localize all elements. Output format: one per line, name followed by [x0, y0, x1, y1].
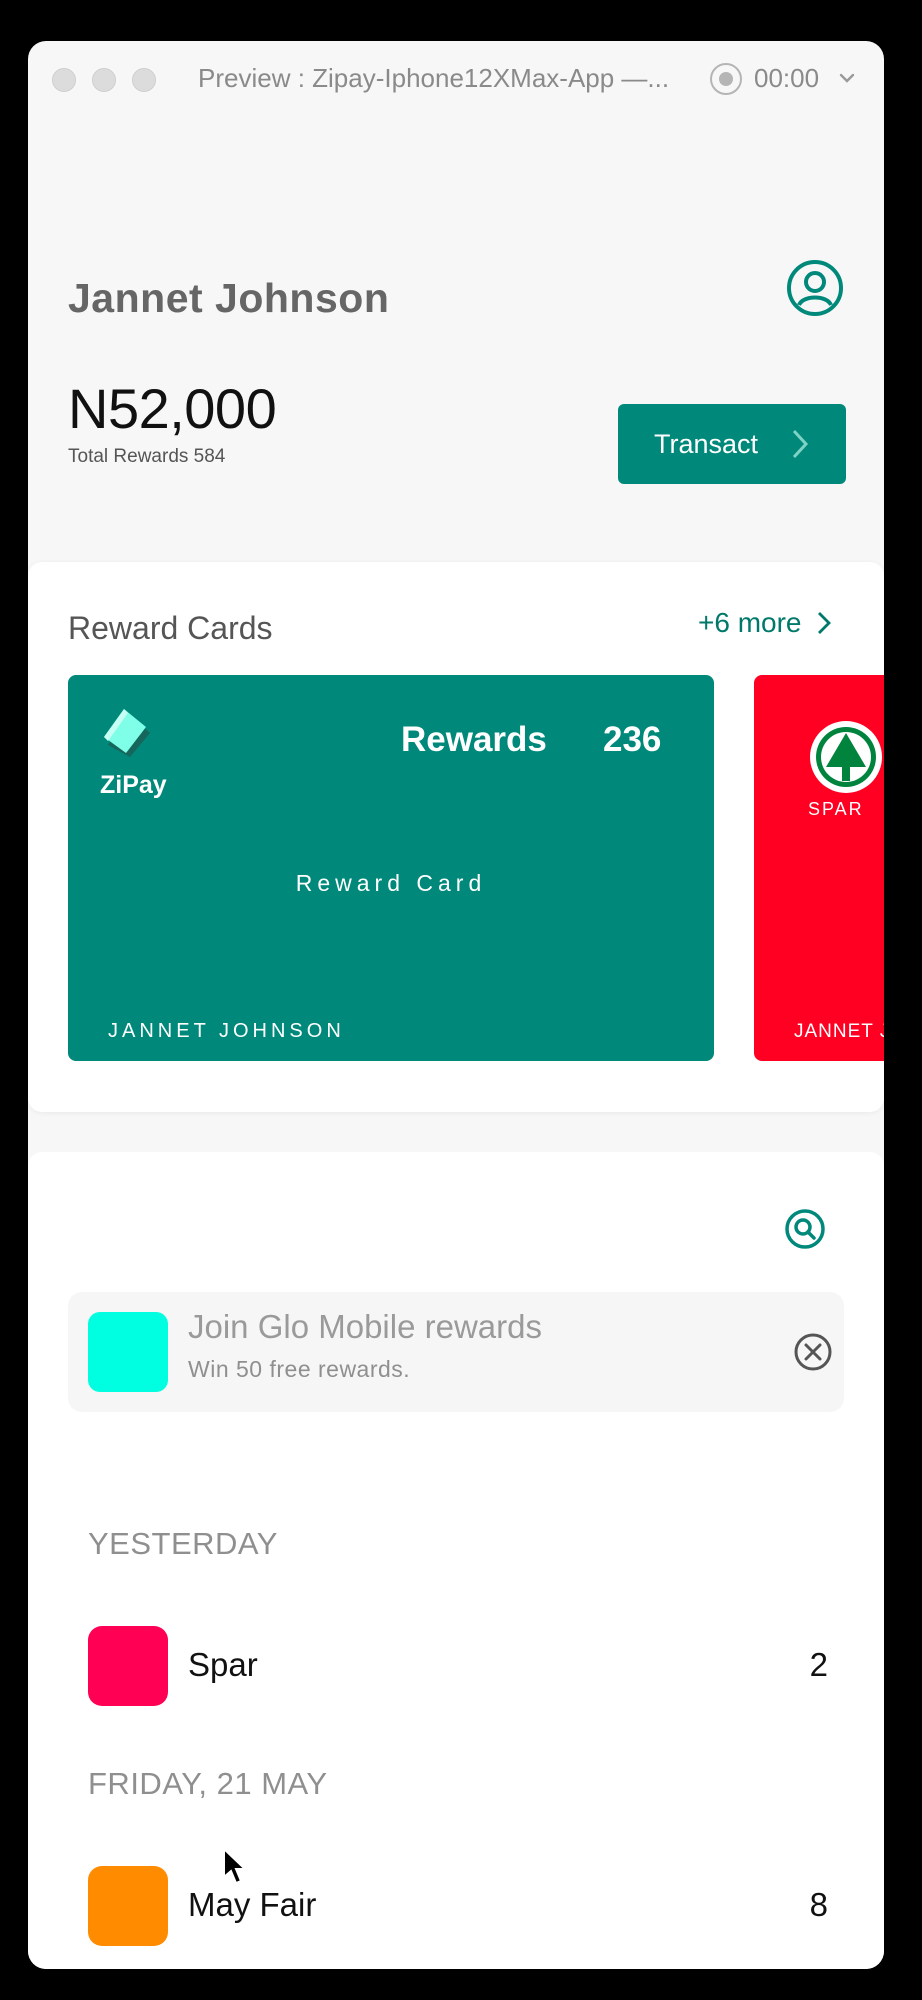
transact-button[interactable]: Transact: [618, 404, 846, 484]
chevron-right-icon: [817, 612, 831, 634]
merchant-thumbnail: [88, 1866, 168, 1946]
spar-reward-card[interactable]: SPAR JANNET J: [754, 675, 884, 1061]
total-rewards: Total Rewards 584: [68, 446, 226, 467]
card-brand: ZiPay: [100, 771, 167, 799]
balance-amount: N52,000: [68, 377, 277, 440]
close-circle-icon[interactable]: [792, 1331, 834, 1373]
record-icon[interactable]: [710, 63, 742, 95]
promo-banner[interactable]: Join Glo Mobile rewards Win 50 free rewa…: [68, 1292, 844, 1412]
profile-icon[interactable]: [786, 259, 844, 317]
promo-subtitle: Win 50 free rewards.: [188, 1356, 411, 1382]
search-icon[interactable]: [784, 1208, 826, 1250]
spar-brand: SPAR: [808, 799, 864, 819]
spar-logo-icon: [810, 721, 882, 793]
minimize-window-button[interactable]: [92, 68, 116, 92]
chevron-right-icon: [792, 429, 809, 459]
chevron-down-icon[interactable]: [836, 67, 858, 89]
window-title: Preview : Zipay-Iphone12XMax-App —...: [198, 63, 670, 93]
user-name: Jannet Johnson: [68, 275, 390, 321]
window-controls: [52, 68, 156, 92]
transactions-panel: Join Glo Mobile rewards Win 50 free rewa…: [28, 1152, 884, 1969]
transaction-row[interactable]: Spar 2: [88, 1626, 828, 1706]
card-rewards-value: 236: [603, 720, 662, 759]
transaction-row[interactable]: May Fair 8: [88, 1866, 828, 1946]
reward-points: 8: [809, 1886, 828, 1923]
more-cards-label: +6 more: [698, 607, 802, 638]
reward-cards-title: Reward Cards: [68, 610, 273, 646]
merchant-name: Spar: [188, 1646, 258, 1683]
transact-label: Transact: [654, 428, 759, 459]
card-holder-name: JANNET JOHNSON: [108, 1020, 345, 1042]
zipay-reward-card[interactable]: ZiPay Rewards 236 Reward Card JANNET JOH…: [68, 675, 714, 1061]
card-rewards-label: Rewards: [401, 720, 547, 759]
reward-cards-panel: Reward Cards +6 more ZiPay Rewards 236 R…: [28, 562, 884, 1112]
promo-thumbnail: [88, 1312, 168, 1392]
promo-title: Join Glo Mobile rewards: [188, 1308, 542, 1345]
recording-timer: 00:00: [754, 63, 820, 93]
section-header: YESTERDAY: [88, 1526, 278, 1561]
reward-points: 2: [809, 1646, 828, 1683]
card-type: Reward Card: [295, 870, 487, 896]
merchant-name: May Fair: [188, 1886, 317, 1923]
zipay-logo-icon: [104, 709, 150, 757]
maximize-window-button[interactable]: [132, 68, 156, 92]
close-window-button[interactable]: [52, 68, 76, 92]
mouse-cursor-icon: [223, 1847, 248, 1885]
spar-card-holder: JANNET J: [794, 1021, 884, 1042]
merchant-thumbnail: [88, 1626, 168, 1706]
section-header: FRIDAY, 21 MAY: [88, 1766, 328, 1801]
app-window: Preview : Zipay-Iphone12XMax-App —... 00…: [28, 41, 884, 1969]
more-cards-link[interactable]: +6 more: [698, 607, 832, 639]
title-bar: Preview : Zipay-Iphone12XMax-App —... 00…: [28, 41, 884, 117]
